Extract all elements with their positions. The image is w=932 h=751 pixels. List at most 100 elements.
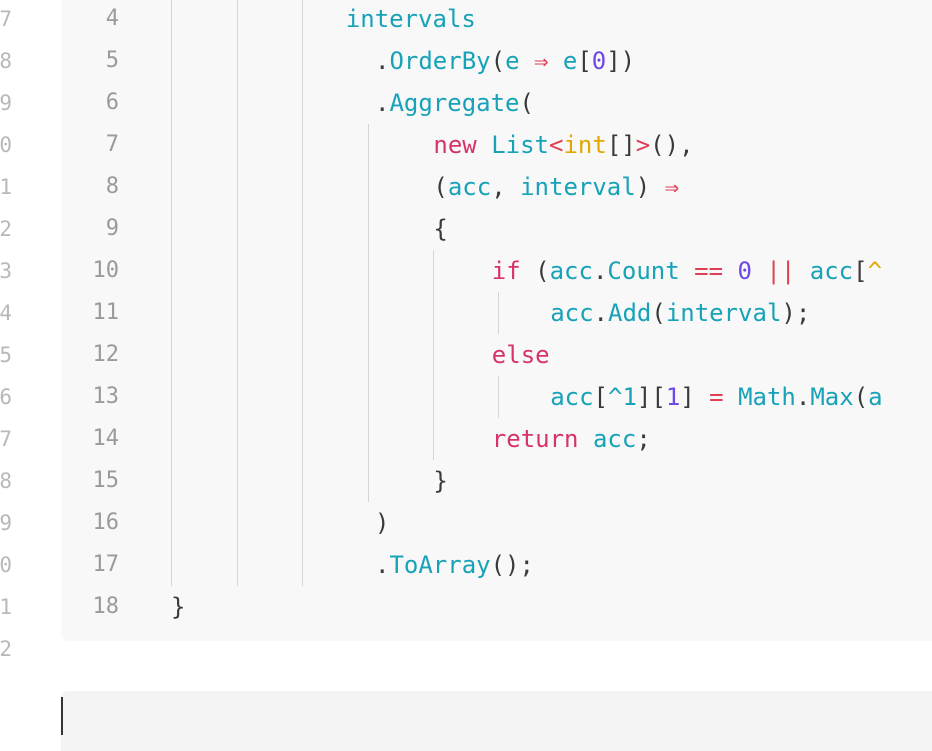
code-line: if (acc.Count == 0 || acc[^ (492, 250, 882, 292)
indent-guide-line (498, 376, 499, 418)
line-number: 9 (105, 216, 119, 241)
line-number: 18 (92, 594, 120, 619)
line-number: 15 (92, 468, 120, 493)
code-line: .ToArray(); (375, 544, 534, 586)
code-token: else (491, 341, 550, 369)
code-token: 0 (591, 47, 607, 75)
code-token: acc (592, 425, 637, 453)
code-token: ^1 (608, 383, 637, 411)
code-token: e (562, 47, 578, 75)
code-token: ) (375, 509, 390, 537)
code-line: } (171, 586, 185, 628)
code-token: ); (781, 299, 811, 327)
code-token: ( (651, 299, 666, 327)
outer-gutter-number: 7 (0, 7, 12, 31)
text-cursor (61, 697, 63, 735)
code-token: interval (665, 299, 782, 327)
code-token: . (593, 299, 608, 327)
code-token: Aggregate (389, 89, 520, 117)
code-token: 0 (737, 257, 752, 285)
outer-gutter-number: 7 (0, 427, 12, 451)
code-token: { (433, 215, 448, 243)
indent-guide-line (498, 292, 499, 334)
outer-gutter-number: 3 (0, 259, 12, 283)
empty-editor-block[interactable] (61, 691, 932, 751)
line-number: 13 (92, 384, 120, 409)
code-token: Max (810, 383, 854, 411)
line-number: 6 (105, 90, 119, 115)
outer-gutter-number: 9 (0, 91, 12, 115)
code-token: ⇒ (664, 173, 680, 201)
code-token: ( (853, 383, 869, 411)
code-token: [] (606, 131, 636, 159)
code-token: . (592, 257, 608, 285)
code-token: 1 (665, 383, 681, 411)
code-token: new (433, 131, 477, 159)
code-token: Add (608, 299, 652, 327)
code-token: Math (738, 383, 796, 411)
outer-gutter-number: 0 (0, 133, 12, 157)
outer-gutter-number: 5 (0, 343, 12, 367)
line-number: 17 (92, 552, 120, 577)
outer-gutter-number: 0 (0, 553, 12, 577)
code-token: ] (680, 383, 710, 411)
code-token: } (433, 467, 448, 495)
code-token: if (491, 257, 521, 285)
line-number: 16 (92, 510, 120, 535)
code-token: acc (550, 299, 594, 327)
code-line: return acc; (492, 418, 651, 460)
code-token: (); (490, 551, 534, 579)
outer-line-gutter: 7 8 9 0 1 2 3 4 5 6 7 8 9 0 1 2 (0, 0, 14, 738)
code-token: acc (550, 383, 594, 411)
indent-guide-line (433, 250, 434, 460)
code-token: [ (853, 257, 868, 285)
code-line: intervals (346, 0, 476, 40)
outer-gutter-number: 1 (0, 595, 12, 619)
code-token: [ (577, 47, 592, 75)
code-line: (acc, interval) ⇒ (433, 166, 679, 208)
code-token: ( (520, 257, 550, 285)
code-token: > (635, 131, 651, 159)
code-token: ) (635, 173, 665, 201)
code-token: a (868, 383, 883, 411)
code-line: } (433, 460, 447, 502)
code-token: [ (593, 383, 608, 411)
code-token: interval (520, 173, 636, 201)
line-number: 14 (92, 426, 120, 451)
outer-gutter-number: 6 (0, 385, 12, 409)
outer-gutter-number: 9 (0, 511, 12, 535)
code-token: , (491, 173, 521, 201)
code-token: ]) (606, 47, 636, 75)
outer-gutter-number: 8 (0, 49, 12, 73)
outer-gutter-number: 8 (0, 469, 12, 493)
code-token: e (505, 47, 520, 75)
outer-gutter-number: 2 (0, 217, 12, 241)
code-token: ( (490, 47, 506, 75)
code-token: OrderBy (389, 47, 491, 75)
line-number: 11 (92, 300, 120, 325)
code-token: . (375, 47, 390, 75)
code-line: acc.Add(interval); (550, 292, 810, 334)
code-token: || (766, 257, 796, 285)
indent-guide-line (368, 124, 369, 502)
code-block[interactable]: 4 5 6 7 8 9 10 11 12 13 14 15 16 17 18 intervals .Order… (61, 0, 932, 641)
outer-gutter-number: 2 (0, 637, 12, 661)
code-line: .OrderBy(e ⇒ e[0]) (375, 40, 635, 82)
code-token: } (171, 593, 186, 621)
code-token: acc (549, 257, 593, 285)
code-token: . (375, 551, 390, 579)
code-token: ^ (867, 257, 883, 285)
outer-gutter-number: 4 (0, 301, 12, 325)
code-token: = (709, 383, 724, 411)
line-number: 4 (105, 6, 119, 31)
indent-guide-line (237, 0, 238, 586)
code-token: List (491, 131, 549, 159)
code-token: ( (433, 173, 448, 201)
code-token: int (563, 131, 607, 159)
code-token: ⇒ (533, 47, 549, 75)
code-token: . (795, 383, 811, 411)
